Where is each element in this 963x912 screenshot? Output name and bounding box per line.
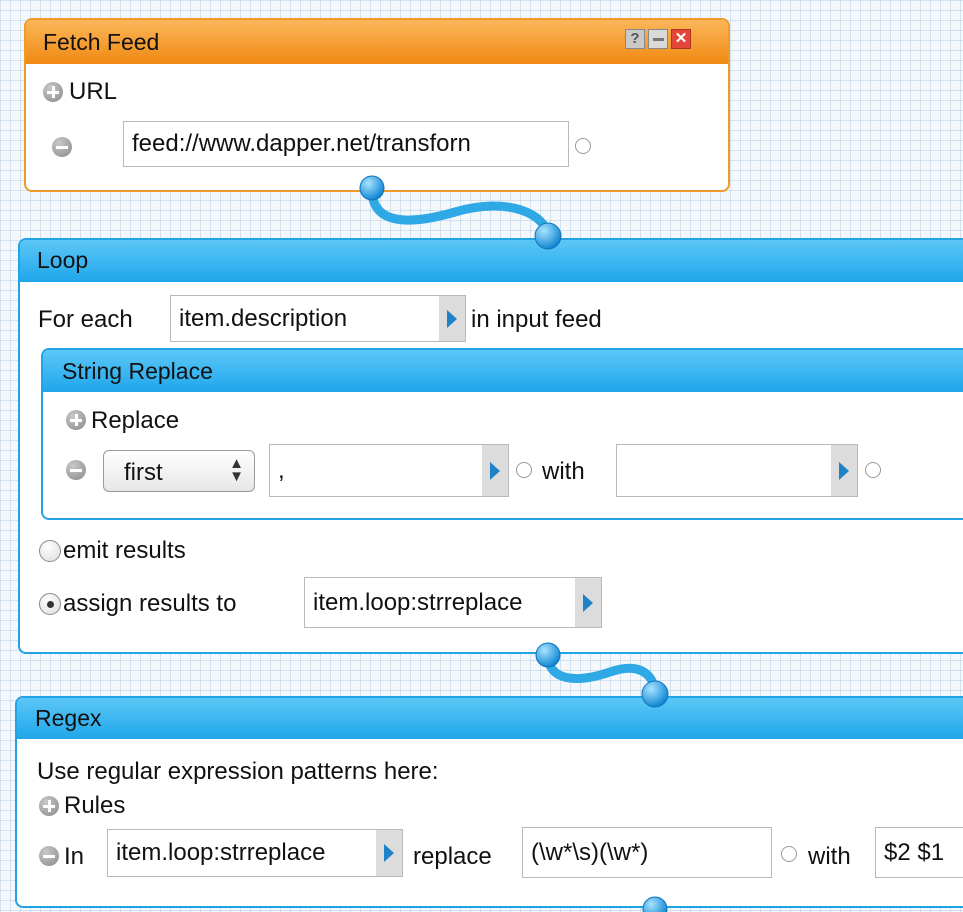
close-button[interactable]: ✕ (671, 29, 691, 49)
assign-results-field[interactable]: item.loop:strreplace (304, 577, 602, 628)
url-value: feed://www.dapper.net/transforn (132, 130, 471, 157)
loop-title: Loop (37, 247, 89, 273)
assign-results-value: item.loop:strreplace (313, 588, 523, 616)
pattern-field[interactable]: (\w*\s)(\w*) (522, 827, 772, 878)
minimize-button[interactable] (648, 29, 668, 49)
loop-header[interactable]: Loop (20, 240, 963, 282)
remove-url-icon[interactable] (52, 137, 72, 157)
add-url-icon[interactable] (43, 82, 63, 102)
mode-value: first (124, 459, 163, 486)
minimize-icon (652, 38, 664, 41)
search-dropdown-icon[interactable] (482, 445, 508, 496)
in-label: In (64, 843, 85, 870)
in-input-feed-label: in input feed (471, 306, 602, 333)
replace-label: Replace (91, 407, 180, 434)
with-label: with (808, 843, 851, 870)
search-terminal[interactable] (516, 462, 532, 478)
replacement-field[interactable]: $2 $1 (875, 827, 963, 878)
for-each-label: For each (38, 306, 133, 333)
search-value: , (278, 456, 285, 484)
replacement-terminal[interactable] (865, 462, 881, 478)
regex-module[interactable]: Regex Use regular expression patterns he… (15, 696, 963, 908)
fetch-feed-header[interactable]: Fetch Feed ? ✕ (26, 20, 728, 64)
in-field[interactable]: item.loop:strreplace (107, 829, 403, 877)
with-label: with (542, 458, 585, 485)
remove-rule-icon[interactable] (39, 846, 59, 866)
assign-results-dropdown-icon[interactable] (575, 578, 601, 627)
regex-description: Use regular expression patterns here: (37, 758, 439, 785)
fetch-feed-title: Fetch Feed (43, 29, 160, 55)
wire-loop-to-regex (543, 650, 660, 699)
for-each-field[interactable]: item.description (170, 295, 466, 342)
url-input[interactable]: feed://www.dapper.net/transforn (123, 121, 569, 167)
assign-results-label: assign results to (63, 590, 237, 617)
in-dropdown-icon[interactable] (376, 830, 402, 876)
regex-title: Regex (35, 705, 102, 731)
mode-select[interactable]: first ▲ ▼ (103, 450, 255, 492)
for-each-dropdown-icon[interactable] (439, 296, 465, 341)
wire-fetch-to-loop (367, 185, 553, 241)
rules-label: Rules (64, 792, 126, 819)
regex-header[interactable]: Regex (17, 698, 963, 739)
remove-replace-icon[interactable] (66, 460, 86, 480)
emit-results-label: emit results (63, 537, 186, 564)
emit-results-radio[interactable] (39, 540, 61, 562)
for-each-value: item.description (179, 304, 348, 332)
replacement-dropdown-icon[interactable] (831, 445, 857, 496)
add-rule-icon[interactable] (39, 796, 59, 816)
string-replace-title: String Replace (62, 358, 213, 384)
replacement-value: $2 $1 (884, 838, 945, 866)
pattern-terminal[interactable] (781, 846, 797, 862)
add-replace-icon[interactable] (66, 410, 86, 430)
mode-select-icon: ▲ ▼ (229, 455, 244, 485)
search-field[interactable]: , (269, 444, 509, 497)
replacement-field[interactable] (616, 444, 858, 497)
replace-label: replace (413, 843, 492, 870)
url-terminal[interactable] (575, 138, 591, 154)
help-button[interactable]: ? (625, 29, 645, 49)
url-label: URL (69, 78, 118, 105)
pattern-value: (\w*\s)(\w*) (531, 838, 649, 866)
assign-results-radio[interactable] (39, 593, 61, 615)
in-value: item.loop:strreplace (116, 839, 326, 866)
string-replace-header[interactable]: String Replace (43, 350, 963, 392)
fetch-feed-module[interactable]: Fetch Feed ? ✕ URL feed://www.dapper.net… (24, 18, 730, 192)
string-replace-module[interactable]: String Replace Replace first ▲ ▼ , with (41, 348, 963, 520)
